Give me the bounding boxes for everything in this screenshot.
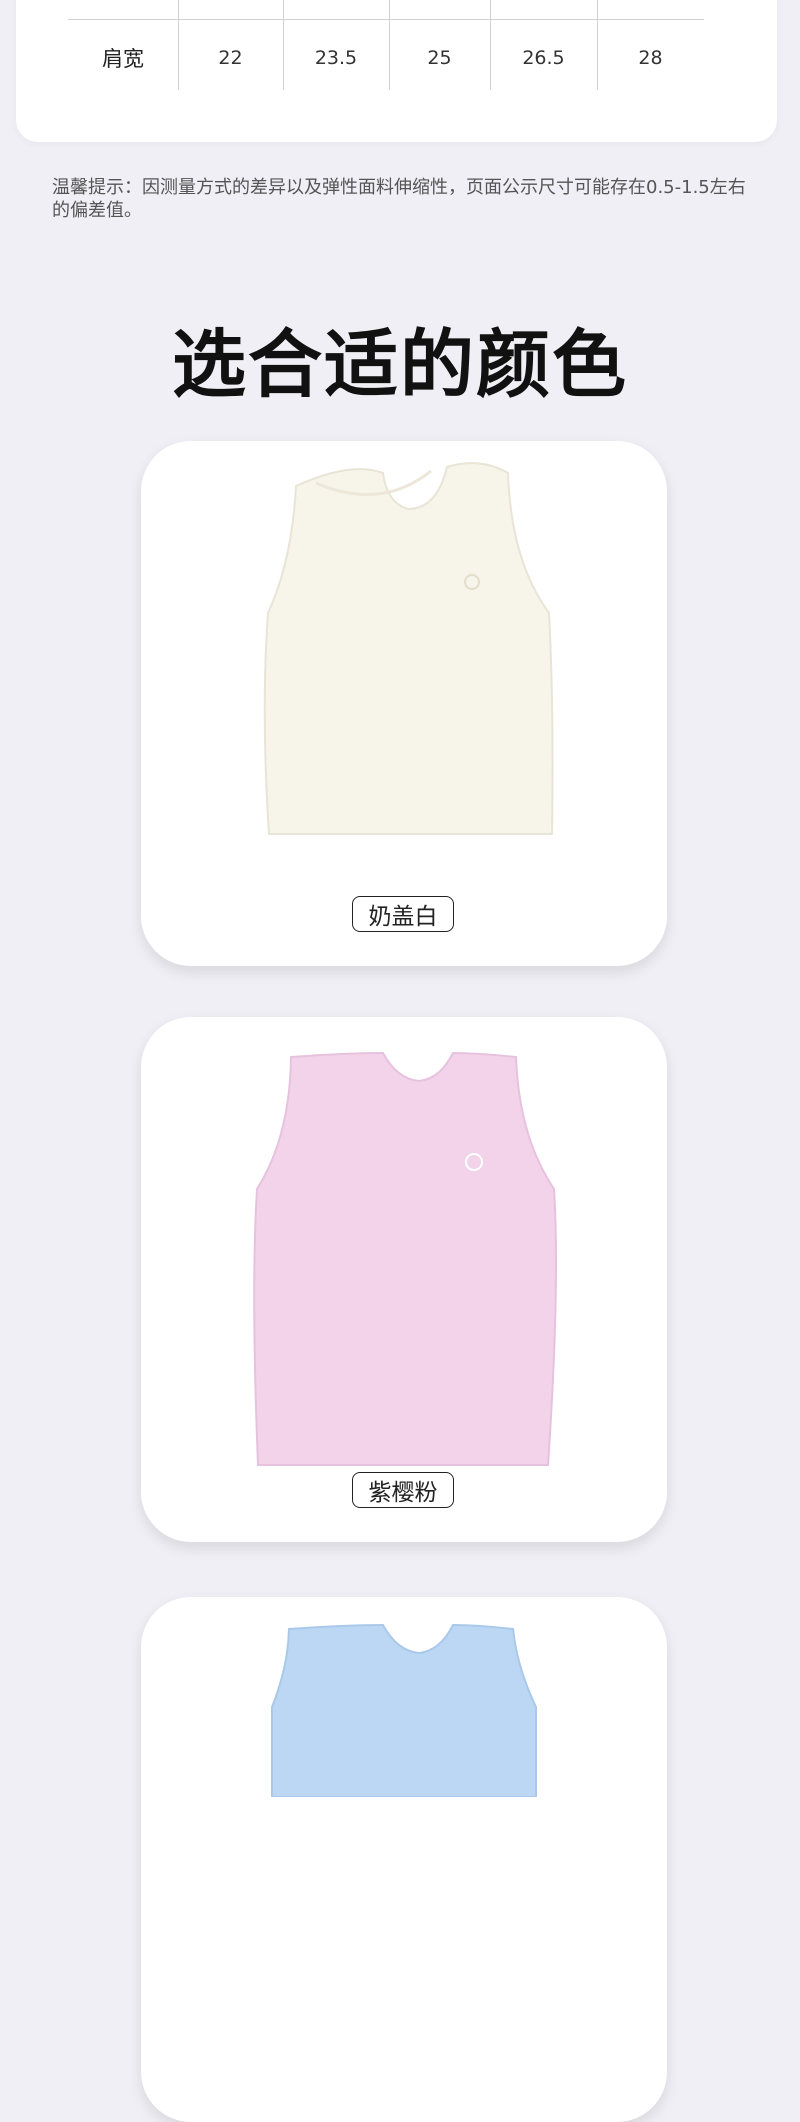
section-title: 选合适的颜色: [172, 322, 628, 408]
shirt-icon: [253, 1051, 557, 1466]
size-tip: 温馨提示：因测量方式的差异以及弹性面料伸缩性，页面公示尺寸可能存在0.5-1.5…: [52, 177, 746, 221]
table-row-shoulder: 肩宽 22 23.5 25 26.5 28: [68, 20, 704, 95]
color-label: 奶盖白: [352, 896, 454, 932]
color-card-blue[interactable]: [141, 1597, 667, 2122]
table-cell: 55: [389, 0, 490, 20]
table-cell: 58: [490, 0, 597, 20]
table-cell: 50: [178, 0, 283, 20]
shirt-icon: [271, 1623, 537, 1797]
shirt-body: [253, 1051, 557, 1466]
shirt-icon: [263, 462, 554, 835]
row-label: 肩宽: [102, 46, 144, 71]
table-cell: 61: [597, 0, 704, 20]
color-card-pink[interactable]: 紫樱粉: [141, 1017, 667, 1542]
color-card-white[interactable]: 奶盖白: [141, 441, 667, 966]
table-cell: 52: [283, 0, 389, 20]
table-cell: 25: [427, 46, 452, 69]
color-label: 紫樱粉: [352, 1472, 454, 1508]
row-label: 胸围: [68, 0, 178, 20]
shirt-body: [263, 462, 554, 835]
table-row-chest: 胸围 50 52 55 58 61: [68, 0, 704, 20]
table-cell: 23.5: [314, 46, 358, 69]
shirt-body: [271, 1623, 537, 1797]
table-cell: 22: [218, 46, 243, 69]
table-cell: 26.5: [522, 46, 565, 69]
table-cell: 28: [638, 46, 663, 69]
